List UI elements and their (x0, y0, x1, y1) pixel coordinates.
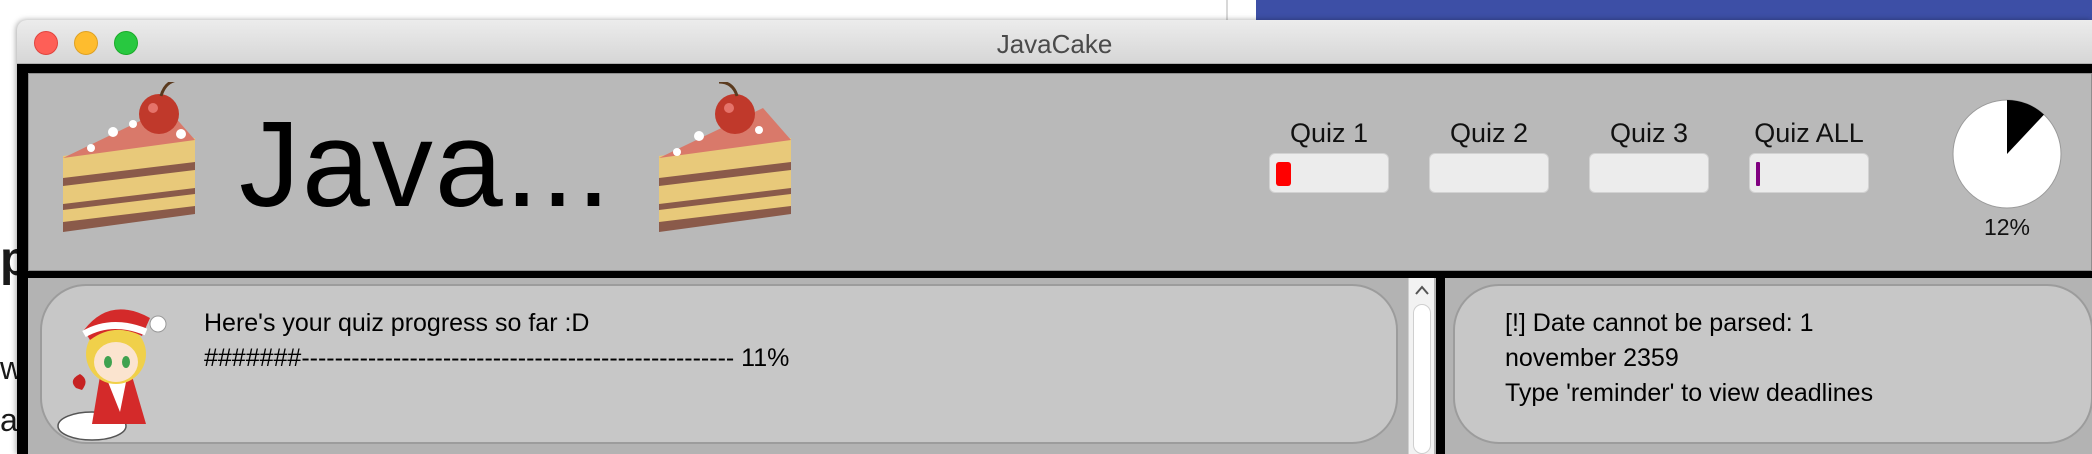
title-bar[interactable]: JavaCake (17, 20, 2092, 64)
javacake-window: JavaCake Java... Quiz 1 Quiz 2 Quiz 3 Qu… (17, 20, 2092, 454)
quiz-2-label: Quiz 2 (1449, 118, 1529, 148)
reminder-line: Type 'reminder' to view deadlines (1505, 379, 1874, 407)
dialog-line: Here's your quiz progress so far :D (204, 309, 590, 337)
quiz-3-label: Quiz 3 (1609, 118, 1689, 148)
dialog-bubble: Here's your quiz progress so far :D ####… (40, 284, 1398, 444)
quiz-1-label: Quiz 1 (1289, 118, 1369, 148)
dialog-scrollbar[interactable] (1408, 278, 1434, 454)
header-panel: Java... Quiz 1 Quiz 2 Quiz 3 Quiz ALL 12… (28, 73, 2092, 271)
quiz-2-progress: Quiz 2 (1429, 118, 1549, 193)
quiz-1-progress: Quiz 1 (1269, 118, 1389, 193)
quiz-3-progress: Quiz 3 (1589, 118, 1709, 193)
reminder-text: [!] Date cannot be parsed: 1 november 23… (1505, 306, 2045, 411)
chevron-up-icon[interactable] (1414, 284, 1430, 296)
overall-progress: 12% (1947, 98, 2067, 241)
dialog-text: Here's your quiz progress so far :D ####… (204, 306, 789, 376)
quiz-3-progress-bar (1589, 153, 1709, 193)
quiz-1-progress-bar (1269, 153, 1389, 193)
reminder-bubble: [!] Date cannot be parsed: 1 november 23… (1453, 284, 2092, 444)
scrollbar-thumb[interactable] (1413, 304, 1431, 454)
overall-progress-label: 12% (1983, 214, 2031, 240)
background-window-blue (1256, 0, 2092, 20)
reminder-container: [!] Date cannot be parsed: 1 november 23… (1445, 278, 2092, 454)
progress-text-bar: #######---------------------------------… (204, 344, 790, 372)
cake-icon (659, 82, 791, 232)
quiz-all-progress-fill (1756, 162, 1760, 186)
cake-icon (63, 82, 195, 232)
reminder-line: [!] Date cannot be parsed: 1 (1505, 309, 1814, 337)
dialog-container: Here's your quiz progress so far :D ####… (28, 278, 1436, 454)
avatar (57, 309, 167, 441)
quiz-1-progress-fill (1276, 162, 1291, 186)
reminder-line: november 2359 (1505, 344, 1679, 372)
window-content: Java... Quiz 1 Quiz 2 Quiz 3 Quiz ALL 12… (17, 64, 2092, 454)
quiz-all-progress: Quiz ALL (1749, 118, 1869, 193)
app-name: Java... (239, 96, 613, 232)
window-title: JavaCake (996, 29, 1113, 59)
overall-progress-pie (1952, 99, 2062, 209)
quiz-all-progress-bar (1749, 153, 1869, 193)
quiz-all-label: Quiz ALL (1754, 118, 1864, 148)
quiz-2-progress-bar (1429, 153, 1549, 193)
